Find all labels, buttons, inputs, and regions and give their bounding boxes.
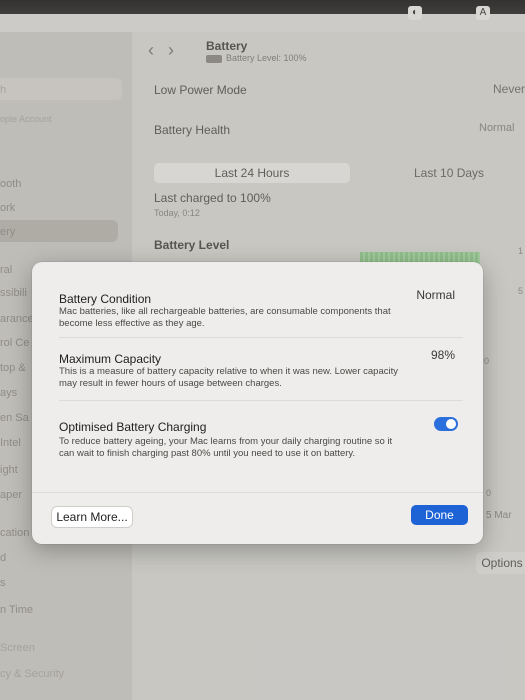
sidebar-item-displays[interactable]: ays	[0, 387, 17, 399]
learn-more-button[interactable]: Learn More...	[52, 507, 132, 527]
low-power-mode-label: Low Power Mode	[154, 83, 247, 97]
sidebar-item-screen-time[interactable]: n Time	[0, 604, 33, 616]
battery-level-text: Battery Level: 100%	[226, 53, 307, 63]
sidebar-item-wallpaper[interactable]: aper	[0, 489, 22, 501]
last-charged-text: Last charged to 100%	[154, 191, 271, 205]
sidebar-item-appearance[interactable]: arance	[0, 313, 34, 325]
low-power-mode-select[interactable]: Never	[493, 82, 525, 96]
page-subtitle: Battery Level: 100%	[206, 53, 307, 63]
battery-condition-value: Normal	[416, 288, 455, 302]
menu-bar: ◐ A	[0, 6, 525, 32]
back-chevron-icon[interactable]: ‹	[148, 40, 154, 60]
maximum-capacity-title: Maximum Capacity	[59, 352, 162, 366]
sidebar-item-spotlight[interactable]: ight	[0, 464, 18, 476]
apple-account-card[interactable]	[0, 78, 122, 100]
sidebar-item-lock-screen[interactable]: Screen	[0, 642, 35, 654]
sidebar-item-apple-account[interactable]: ople Account	[0, 114, 52, 124]
chart-date-label: 5 Mar	[486, 510, 512, 521]
sidebar-item-notifications[interactable]: cation	[0, 527, 29, 539]
optimised-charging-title: Optimised Battery Charging	[59, 420, 207, 434]
page-title: Battery	[206, 39, 248, 53]
sidebar-item-desktop-dock[interactable]: top &	[0, 362, 26, 374]
sidebar-item-battery[interactable]: ery	[0, 226, 15, 238]
sidebar-item-privacy-security[interactable]: cy & Security	[0, 668, 64, 680]
battery-health-dialog: Battery Condition Normal Mac batteries, …	[32, 262, 483, 544]
sidebar-item-focus[interactable]: s	[0, 577, 6, 589]
last-charged-time: Today, 0:12	[154, 208, 200, 218]
options-button[interactable]: Options	[476, 552, 525, 574]
battery-health-value: Normal	[479, 122, 515, 134]
sidebar-item-control-centre[interactable]: rol Ce	[0, 337, 29, 349]
maximum-capacity-value: 98%	[430, 348, 455, 362]
done-button[interactable]: Done	[411, 505, 468, 525]
chart-axis-label: 0	[484, 356, 490, 366]
optimised-charging-toggle[interactable]	[434, 417, 458, 431]
battery-icon	[206, 54, 222, 63]
chart-axis-label: 1	[518, 246, 524, 256]
optimised-charging-description: To reduce battery ageing, your Mac learn…	[59, 436, 393, 459]
sidebar-item-apple-intelligence[interactable]: Intel	[0, 437, 21, 449]
dialog-footer-divider	[32, 492, 483, 493]
forward-chevron-icon[interactable]: ›	[168, 40, 174, 60]
battery-condition-title: Battery Condition	[59, 292, 152, 306]
battery-level-heading: Battery Level	[154, 238, 230, 252]
sidebar-item-accessibility[interactable]: ssibili	[0, 287, 27, 299]
sidebar-item-general[interactable]: ral	[0, 264, 12, 276]
section-divider	[59, 400, 463, 401]
chart-axis-label: 5	[518, 286, 524, 296]
sidebar-selected-highlight	[0, 220, 118, 242]
app-icon[interactable]: ◐	[408, 6, 422, 20]
maximum-capacity-description: This is a measure of battery capacity re…	[59, 366, 398, 389]
sidebar-item-sound[interactable]: d	[0, 552, 6, 564]
sidebar-item-bluetooth[interactable]: ooth	[0, 178, 21, 190]
input-source-icon[interactable]: A	[476, 6, 490, 20]
section-divider	[59, 337, 463, 338]
tab-last-10-days[interactable]: Last 10 Days	[414, 163, 484, 183]
battery-condition-description: Mac batteries, like all rechargeable bat…	[59, 306, 391, 329]
chart-axis-label: 0	[486, 488, 492, 498]
sidebar-item-screen-saver[interactable]: en Sa	[0, 412, 29, 424]
navigation-buttons: ‹ ›	[148, 40, 188, 61]
battery-health-label: Battery Health	[154, 123, 231, 137]
sidebar-item-0[interactable]: h	[0, 84, 6, 96]
sidebar-item-network[interactable]: ork	[0, 202, 15, 214]
tab-last-24-hours[interactable]: Last 24 Hours	[154, 163, 350, 183]
